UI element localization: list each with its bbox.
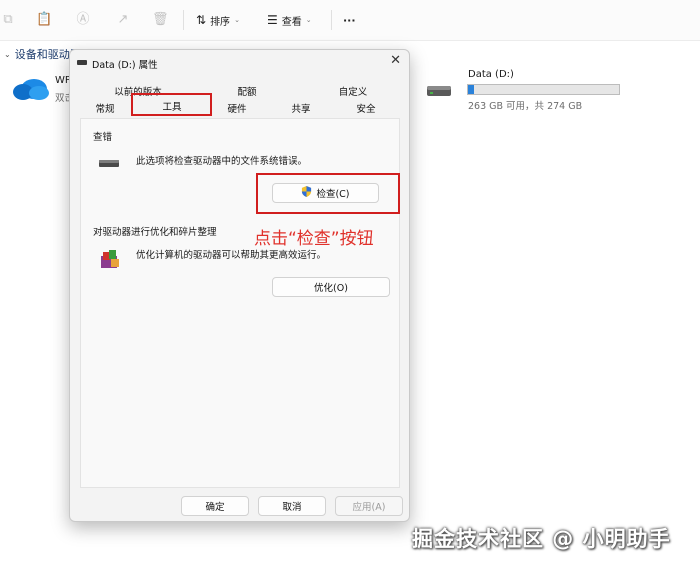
view-label: 查看 (281, 16, 302, 28)
drive-space-text: 263 GB 可用，共 274 GB (468, 101, 583, 112)
ok-button[interactable]: 确定 (181, 496, 249, 516)
view-icon: ☰ (267, 13, 278, 27)
check-button-highlight-box (256, 173, 400, 214)
view-button[interactable]: ☰ 查看 ⌄ (267, 12, 312, 28)
tab-hardware[interactable]: 硬件 (213, 101, 261, 115)
tab-quota[interactable]: 配额 (222, 84, 272, 98)
toolbar-divider (183, 10, 184, 30)
annotation-text: 点击“检查”按钮 (254, 229, 374, 249)
tab-customize[interactable]: 自定义 (328, 84, 378, 98)
apply-button-label: 应用(A) (352, 502, 386, 513)
tab-sharing[interactable]: 共享 (277, 101, 325, 115)
tab-security[interactable]: 安全 (342, 101, 390, 115)
optimize-section-description: 优化计算机的驱动器可以帮助其更高效运行。 (136, 250, 327, 261)
tab-general[interactable]: 常规 (85, 101, 125, 115)
hard-drive-icon[interactable] (426, 84, 452, 98)
watermark-text: 掘金技术社区 @ 小明助手 (412, 527, 671, 551)
apply-button[interactable]: 应用(A) (335, 496, 403, 516)
delete-icon[interactable]: 🗑 (152, 12, 169, 28)
sort-icon: ⇅ (196, 13, 207, 27)
tools-tab-highlight-box (131, 93, 212, 116)
ok-button-label: 确定 (205, 502, 225, 513)
share-icon[interactable]: ↗ (115, 12, 131, 28)
toolbar-divider (331, 10, 332, 30)
explorer-toolbar: ⧉ 📋 Ⓐ ↗ 🗑 ⇅ 排序 ⌄ ☰ 查看 ⌄ ··· (0, 0, 700, 41)
copy-icon[interactable]: ⧉ (0, 12, 16, 28)
paste-icon[interactable]: 📋 (36, 12, 52, 28)
chevron-down-icon: ⌄ (4, 49, 11, 59)
chevron-down-icon: ⌄ (234, 16, 240, 24)
sort-label: 排序 (210, 16, 231, 28)
rename-icon[interactable]: Ⓐ (75, 12, 91, 28)
close-icon[interactable]: ✕ (390, 53, 401, 68)
sort-button[interactable]: ⇅ 排序 ⌄ (196, 12, 240, 28)
cloud-icon[interactable] (12, 75, 50, 101)
drive-usage-bar (467, 84, 620, 95)
cancel-button-label: 取消 (282, 502, 302, 513)
drive-usage-fill (468, 85, 475, 94)
optimize-button-label: 优化(O) (314, 283, 348, 294)
properties-dialog: Data (D:) 属性 ✕ 以前的版本 配额 自定义 常规 工具 硬件 共享 … (69, 49, 410, 522)
check-section-title: 查错 (93, 132, 113, 143)
drive-icon (77, 60, 87, 65)
drive-name[interactable]: Data (D:) (468, 69, 514, 80)
defrag-icon (99, 248, 121, 270)
optimize-button[interactable]: 优化(O) (272, 277, 390, 297)
optimize-section-title: 对驱动器进行优化和碎片整理 (93, 227, 217, 238)
cancel-button[interactable]: 取消 (258, 496, 326, 516)
chevron-down-icon: ⌄ (305, 16, 312, 24)
check-section-description: 此选项将检查驱动器中的文件系统错误。 (136, 156, 308, 167)
dialog-title: Data (D:) 属性 (92, 60, 158, 71)
hard-drive-icon (99, 160, 119, 168)
more-options-button[interactable]: ··· (343, 12, 356, 28)
